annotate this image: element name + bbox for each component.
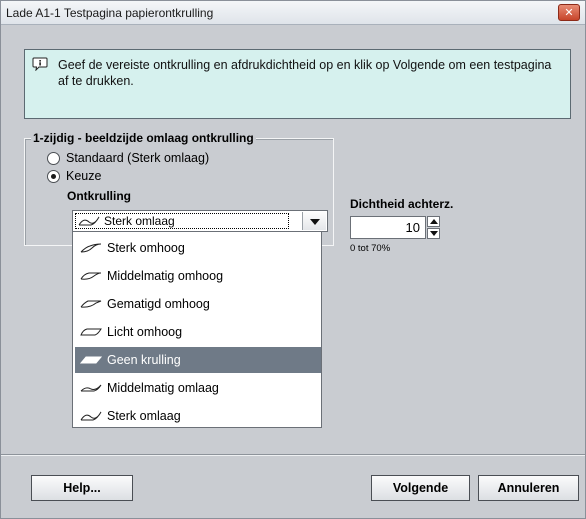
density-range-hint: 0 tot 70% <box>350 243 391 254</box>
footer-separator <box>1 454 585 456</box>
dropdown-option[interactable]: Licht omhoog <box>75 319 321 345</box>
spin-up-arrow-icon[interactable] <box>427 216 440 227</box>
dropdown-option-label: Geen krulling <box>107 353 181 367</box>
density-spinner[interactable] <box>427 216 440 239</box>
info-text: Geef de vereiste ontkrulling en afdrukdi… <box>58 58 552 88</box>
title-bar[interactable]: Lade A1-1 Testpagina papierontkrulling ✕ <box>1 1 585 25</box>
dropdown-option-label: Sterk omlaag <box>107 409 181 423</box>
curl-strong-down-icon <box>78 216 100 226</box>
radio-standard-circle[interactable] <box>47 151 60 165</box>
curl-light-up-icon <box>80 328 102 336</box>
groupbox-legend: 1-zijdig - beeldzijde omlaag ontkrulling <box>31 131 256 145</box>
dropdown-option-label: Gematigd omhoog <box>107 297 210 311</box>
window-title: Lade A1-1 Testpagina papierontkrulling <box>6 6 214 20</box>
curl-strong-up-icon <box>80 243 102 253</box>
dropdown-option-label: Licht omhoog <box>107 325 183 339</box>
dropdown-option-label: Middelmatig omlaag <box>107 381 219 395</box>
radio-standard-label[interactable]: Standaard (Sterk omlaag) <box>66 151 209 165</box>
curl-dropdown-list[interactable]: Sterk omhoog Middelmatig omhoog Gematigd… <box>72 232 322 428</box>
radio-custom-label[interactable]: Keuze <box>66 169 101 183</box>
density-input[interactable]: 10 <box>350 216 426 239</box>
dropdown-option[interactable]: Middelmatig omhoog <box>75 263 321 289</box>
curl-none-icon <box>80 356 102 364</box>
curl-medium-down-icon <box>80 384 102 392</box>
dropdown-option[interactable]: Gematigd omhoog <box>75 291 321 317</box>
dropdown-option[interactable]: Sterk omlaag <box>75 403 321 429</box>
radio-custom-circle[interactable] <box>47 169 60 183</box>
dialog-window: Lade A1-1 Testpagina papierontkrulling ✕… <box>0 0 586 519</box>
radio-standard[interactable]: Standaard (Sterk omlaag) <box>47 150 209 166</box>
chevron-down-icon[interactable] <box>302 212 326 230</box>
curl-medium-up-icon <box>80 272 102 280</box>
spin-down-arrow-icon[interactable] <box>427 228 440 239</box>
dropdown-option[interactable]: Middelmatig omlaag <box>75 375 321 401</box>
curl-moderate-up-icon <box>80 300 102 308</box>
dropdown-option-label: Middelmatig omhoog <box>107 269 224 283</box>
info-message-box: Geef de vereiste ontkrulling en afdrukdi… <box>24 49 571 119</box>
density-label: Dichtheid achterz. <box>350 197 454 211</box>
curl-selected-text: Sterk omlaag <box>104 214 175 228</box>
dropdown-option-label: Sterk omhoog <box>107 241 185 255</box>
speech-bubble-info-icon <box>32 57 48 71</box>
next-button[interactable]: Volgende <box>371 475 470 501</box>
dropdown-option[interactable]: Sterk omhoog <box>75 235 321 261</box>
curl-strong-down-icon <box>80 411 102 421</box>
dropdown-option-selected[interactable]: Geen krulling <box>75 347 321 373</box>
cancel-button[interactable]: Annuleren <box>478 475 579 501</box>
curl-combobox-value[interactable]: Sterk omlaag <box>75 213 289 229</box>
radio-custom[interactable]: Keuze <box>47 168 101 184</box>
help-button[interactable]: Help... <box>31 475 133 501</box>
close-button[interactable]: ✕ <box>558 4 580 21</box>
curl-label: Ontkrulling <box>67 189 131 203</box>
curl-combobox[interactable]: Sterk omlaag <box>72 210 328 232</box>
